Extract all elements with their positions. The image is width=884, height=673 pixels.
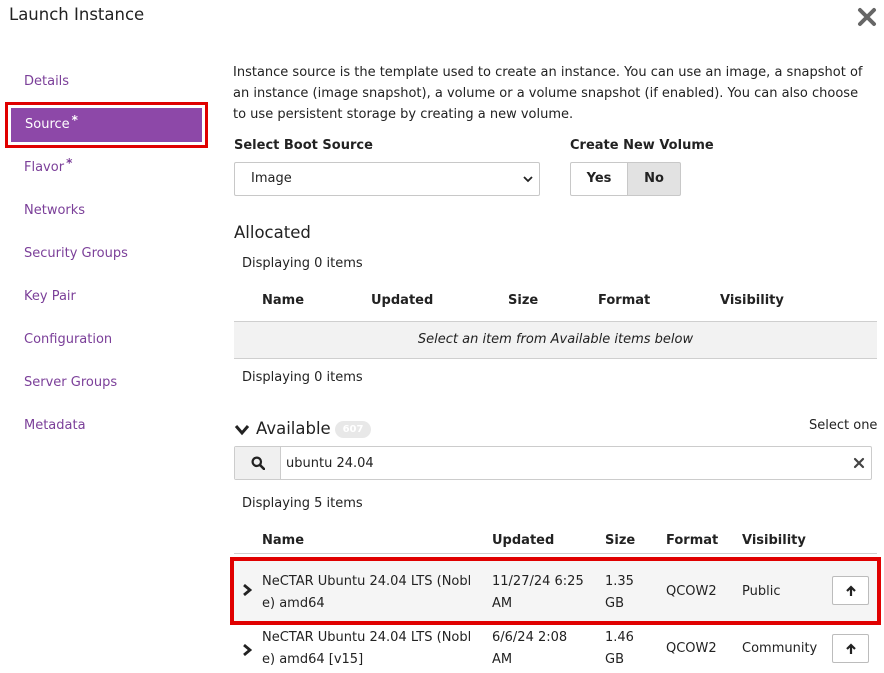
- boot-source-label: Select Boot Source: [234, 138, 373, 153]
- allocated-col-format: Format: [598, 293, 651, 308]
- nav-item-label: Networks: [24, 203, 86, 218]
- image-updated-line2: AM: [492, 596, 513, 611]
- image-name-line2: e) amd64: [262, 596, 325, 611]
- chevron-right-icon[interactable]: [242, 584, 252, 596]
- image-updated-line2: AM: [492, 652, 513, 667]
- nav-item-label: Details: [24, 74, 70, 89]
- image-name-line1: NeCTAR Ubuntu 24.04 LTS (Nobl: [262, 574, 472, 589]
- nav-item-label: Configuration: [24, 332, 113, 347]
- image-name-line1: NeCTAR Ubuntu 24.04 LTS (Nobl: [262, 630, 472, 645]
- nav-item-server-groups[interactable]: Server Groups: [24, 373, 117, 393]
- nav-item-label: Source: [25, 117, 70, 132]
- nav-item-label: Server Groups: [24, 375, 118, 390]
- image-size-line2: GB: [605, 596, 624, 611]
- table-row[interactable]: NeCTAR Ubuntu 24.04 LTS (Nobl e) amd64 […: [234, 625, 877, 673]
- image-format: QCOW2: [666, 641, 717, 656]
- image-size-line1: 1.35: [605, 574, 634, 589]
- image-name-line2: e) amd64 [v15]: [262, 652, 364, 667]
- available-count-badge: 607: [335, 421, 371, 438]
- boot-source-value: Image: [251, 171, 292, 186]
- nav-item-flavor[interactable]: Flavor *: [24, 156, 73, 178]
- chevron-down-icon: [523, 176, 533, 183]
- available-col-name: Name: [262, 533, 305, 548]
- required-marker: *: [71, 113, 78, 127]
- allocate-button[interactable]: [832, 634, 869, 663]
- image-visibility: Public: [742, 584, 781, 599]
- nav-item-label: Security Groups: [24, 246, 128, 261]
- allocated-title: Allocated: [234, 223, 311, 242]
- allocate-button[interactable]: [832, 576, 869, 605]
- arrow-up-icon: [846, 643, 856, 654]
- search-icon: [251, 456, 265, 470]
- allocated-col-name: Name: [262, 293, 305, 308]
- allocated-col-size: Size: [508, 293, 539, 308]
- nav-item-label: Metadata: [24, 418, 86, 433]
- nav-item-label: Key Pair: [24, 289, 76, 304]
- nav-item-configuration[interactable]: Configuration: [24, 330, 112, 350]
- image-format: QCOW2: [666, 584, 717, 599]
- nav-item-source-active-bg: Source *: [11, 108, 202, 142]
- chevron-right-icon[interactable]: [242, 644, 252, 656]
- nav-item-source[interactable]: Source *: [5, 102, 208, 148]
- image-updated-line1: 6/6/24 2:08: [492, 630, 568, 645]
- image-size-line1: 1.46: [605, 630, 634, 645]
- table-row[interactable]: NeCTAR Ubuntu 24.04 LTS (Nobl e) amd64 1…: [230, 557, 881, 625]
- create-volume-no-button[interactable]: No: [627, 162, 681, 196]
- nav-item-details[interactable]: Details: [24, 72, 69, 92]
- close-icon[interactable]: [856, 6, 878, 28]
- available-col-format: Format: [666, 533, 719, 548]
- source-description: Instance source is the template used to …: [233, 65, 863, 122]
- allocated-col-updated: Updated: [371, 293, 434, 308]
- nav-item-security-groups[interactable]: Security Groups: [24, 244, 128, 264]
- available-col-size: Size: [605, 533, 636, 548]
- allocated-count-bottom: Displaying 0 items: [242, 370, 363, 385]
- nav-item-label: Flavor: [24, 160, 65, 175]
- select-one-hint: Select one: [809, 418, 878, 433]
- create-volume-label: Create New Volume: [570, 138, 714, 153]
- available-title[interactable]: Available: [256, 419, 331, 438]
- allocated-count-top: Displaying 0 items: [242, 256, 363, 271]
- chevron-down-icon[interactable]: [234, 423, 250, 437]
- clear-search-icon[interactable]: [853, 457, 865, 469]
- search-addon: [235, 447, 281, 479]
- available-col-updated: Updated: [492, 533, 555, 548]
- nav-item-key-pair[interactable]: Key Pair: [24, 287, 76, 307]
- allocated-empty-row: Select an item from Available items belo…: [234, 321, 877, 359]
- allocated-empty-message: Select an item from Available items belo…: [417, 332, 694, 347]
- nav-item-networks[interactable]: Networks: [24, 201, 85, 221]
- wizard-sidebar: Details Source * Flavor * Networks Securit…: [0, 0, 210, 673]
- search-input[interactable]: [282, 447, 852, 479]
- available-search: [234, 446, 872, 480]
- available-count: Displaying 5 items: [242, 496, 363, 511]
- image-size-line2: GB: [605, 652, 624, 667]
- table-divider: [234, 553, 877, 554]
- image-visibility: Community: [742, 641, 818, 656]
- boot-source-select[interactable]: Image: [234, 162, 540, 196]
- arrow-up-icon: [846, 585, 856, 596]
- available-col-visibility: Visibility: [742, 533, 806, 548]
- create-volume-yes-button[interactable]: Yes: [570, 162, 628, 196]
- nav-item-metadata[interactable]: Metadata: [24, 416, 86, 436]
- required-marker: *: [66, 156, 73, 170]
- allocated-col-visibility: Visibility: [720, 293, 784, 308]
- image-updated-line1: 11/27/24 6:25: [492, 574, 584, 589]
